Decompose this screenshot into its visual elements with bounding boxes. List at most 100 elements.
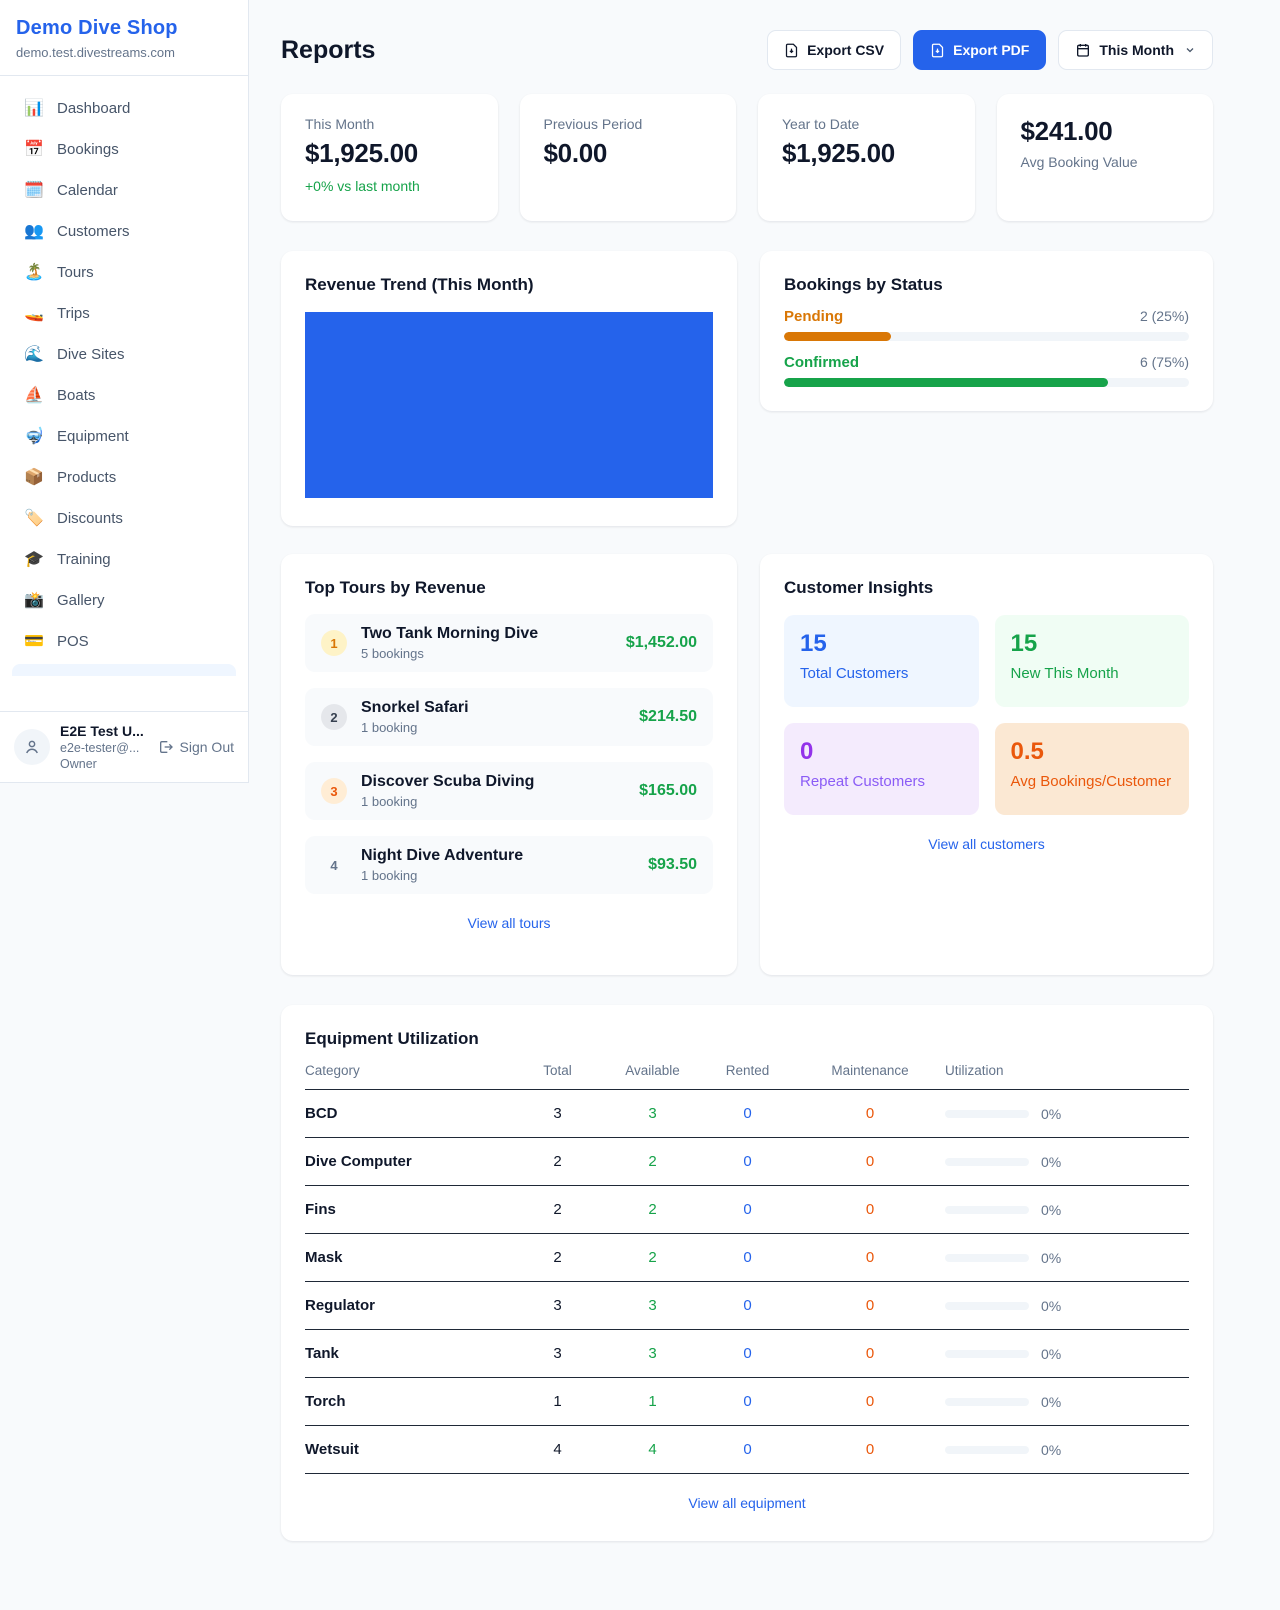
insight-label: Total Customers	[800, 665, 963, 682]
equipment-table: Category Total Available Rented Maintena…	[305, 1063, 1189, 1474]
table-row: Mask 2 2 0 0 0%	[305, 1234, 1189, 1282]
sign-out-button[interactable]: Sign Out	[158, 739, 234, 755]
sidebar-item-customers[interactable]: 👥 Customers	[12, 213, 236, 249]
calendar-date-icon: 📅	[24, 139, 44, 159]
customer-insights-card: Customer Insights 15 Total Customers 15 …	[760, 554, 1213, 975]
sidebar-item-calendar[interactable]: 🗓️ Calendar	[12, 172, 236, 208]
period-dropdown[interactable]: This Month	[1058, 30, 1213, 70]
equipment-available: 3	[605, 1282, 700, 1330]
person-icon	[23, 738, 41, 756]
sidebar-item-label: Equipment	[57, 428, 129, 445]
user-role: Owner	[60, 757, 148, 771]
sidebar-item-gallery[interactable]: 📸 Gallery	[12, 582, 236, 618]
utilization-percent: 0%	[1041, 1106, 1061, 1122]
utilization-bar	[945, 1350, 1029, 1358]
tour-revenue: $214.50	[639, 708, 697, 726]
equipment-category: Regulator	[305, 1282, 510, 1330]
equipment-utilization-card: Equipment Utilization Category Total Ava…	[281, 1005, 1213, 1541]
rank-badge: 1	[321, 630, 347, 656]
stat-card-this-month: This Month $1,925.00 +0% vs last month	[281, 94, 498, 221]
insight-tile-repeat-customers: 0 Repeat Customers	[784, 723, 979, 815]
sidebar-nav: 📊 Dashboard 📅 Bookings 🗓️ Calendar 👥 Cus…	[0, 76, 248, 711]
sidebar-item-bookings[interactable]: 📅 Bookings	[12, 131, 236, 167]
tour-bookings: 1 booking	[361, 868, 523, 883]
sidebar-item-equipment[interactable]: 🤿 Equipment	[12, 418, 236, 454]
status-label-confirmed: Confirmed	[784, 354, 859, 371]
calendar-icon	[1075, 42, 1091, 58]
revenue-trend-card: Revenue Trend (This Month)	[281, 251, 737, 526]
tour-revenue: $1,452.00	[626, 634, 697, 652]
view-all-tours-link[interactable]: View all tours	[305, 915, 713, 931]
status-bar-track	[784, 332, 1189, 341]
utilization-percent: 0%	[1041, 1394, 1061, 1410]
equipment-category: BCD	[305, 1090, 510, 1138]
utilization-percent: 0%	[1041, 1442, 1061, 1458]
equipment-rented: 0	[700, 1186, 795, 1234]
insight-tile-total-customers: 15 Total Customers	[784, 615, 979, 707]
equipment-rented: 0	[700, 1426, 795, 1474]
sidebar-item-label: Dive Sites	[57, 346, 125, 363]
export-csv-button[interactable]: Export CSV	[767, 30, 901, 70]
stat-label: Previous Period	[544, 116, 713, 132]
equipment-available: 2	[605, 1186, 700, 1234]
wave-icon: 🌊	[24, 344, 44, 364]
user-panel: E2E Test U... e2e-tester@... Owner Sign …	[0, 711, 248, 782]
equipment-rented: 0	[700, 1234, 795, 1282]
tour-name: Discover Scuba Diving	[361, 773, 534, 791]
graduation-cap-icon: 🎓	[24, 549, 44, 569]
top-tours-card: Top Tours by Revenue 1 Two Tank Morning …	[281, 554, 737, 975]
utilization-bar	[945, 1398, 1029, 1406]
view-all-customers-link[interactable]: View all customers	[784, 836, 1189, 852]
column-header-total: Total	[510, 1063, 605, 1090]
bookings-by-status-title: Bookings by Status	[784, 275, 1189, 295]
stat-label: Year to Date	[782, 116, 951, 132]
insight-value: 15	[1011, 630, 1174, 658]
sidebar-item-tours[interactable]: 🏝️ Tours	[12, 254, 236, 290]
tour-name: Snorkel Safari	[361, 699, 469, 717]
sidebar-item-discounts[interactable]: 🏷️ Discounts	[12, 500, 236, 536]
column-header-maintenance: Maintenance	[795, 1063, 945, 1090]
tour-row: 4 Night Dive Adventure 1 booking $93.50	[305, 836, 713, 894]
sidebar-item-dashboard[interactable]: 📊 Dashboard	[12, 90, 236, 126]
sidebar-item-reports-partial[interactable]	[12, 664, 236, 676]
equipment-total: 4	[510, 1426, 605, 1474]
table-row: Torch 1 1 0 0 0%	[305, 1378, 1189, 1426]
main-content: Reports Export CSV Export PDF This Month	[249, 0, 1280, 1585]
status-label-pending: Pending	[784, 308, 843, 325]
equipment-utilization-title: Equipment Utilization	[305, 1029, 1189, 1049]
export-pdf-button[interactable]: Export PDF	[913, 30, 1046, 70]
insight-tile-avg-bookings: 0.5 Avg Bookings/Customer	[995, 723, 1190, 815]
insight-label: Avg Bookings/Customer	[1011, 773, 1174, 790]
stat-label: This Month	[305, 116, 474, 132]
equipment-rented: 0	[700, 1378, 795, 1426]
stat-value: $241.00	[1021, 116, 1190, 147]
tour-name: Two Tank Morning Dive	[361, 625, 538, 643]
sidebar-item-products[interactable]: 📦 Products	[12, 459, 236, 495]
file-download-icon	[784, 43, 799, 58]
sidebar-item-trips[interactable]: 🚤 Trips	[12, 295, 236, 331]
utilization-percent: 0%	[1041, 1346, 1061, 1362]
period-label: This Month	[1099, 42, 1174, 58]
calendar-icon: 🗓️	[24, 180, 44, 200]
sidebar-item-dive-sites[interactable]: 🌊 Dive Sites	[12, 336, 236, 372]
sidebar-item-boats[interactable]: ⛵ Boats	[12, 377, 236, 413]
status-count-confirmed: 6 (75%)	[1140, 354, 1189, 370]
sign-out-label: Sign Out	[180, 739, 234, 755]
tour-revenue: $93.50	[648, 856, 697, 874]
rank-badge: 4	[321, 852, 347, 878]
view-all-equipment-link[interactable]: View all equipment	[305, 1495, 1189, 1511]
page-title: Reports	[281, 36, 375, 65]
equipment-maintenance: 0	[795, 1186, 945, 1234]
utilization-percent: 0%	[1041, 1298, 1061, 1314]
utilization-bar	[945, 1302, 1029, 1310]
sidebar-item-training[interactable]: 🎓 Training	[12, 541, 236, 577]
sidebar-item-pos[interactable]: 💳 POS	[12, 623, 236, 659]
status-count-pending: 2 (25%)	[1140, 308, 1189, 324]
sidebar-item-label: Dashboard	[57, 100, 130, 117]
user-email: e2e-tester@...	[60, 741, 148, 755]
equipment-category: Torch	[305, 1378, 510, 1426]
brand-block: Demo Dive Shop demo.test.divestreams.com	[0, 0, 248, 76]
utilization-percent: 0%	[1041, 1202, 1061, 1218]
equipment-total: 3	[510, 1282, 605, 1330]
equipment-total: 2	[510, 1138, 605, 1186]
